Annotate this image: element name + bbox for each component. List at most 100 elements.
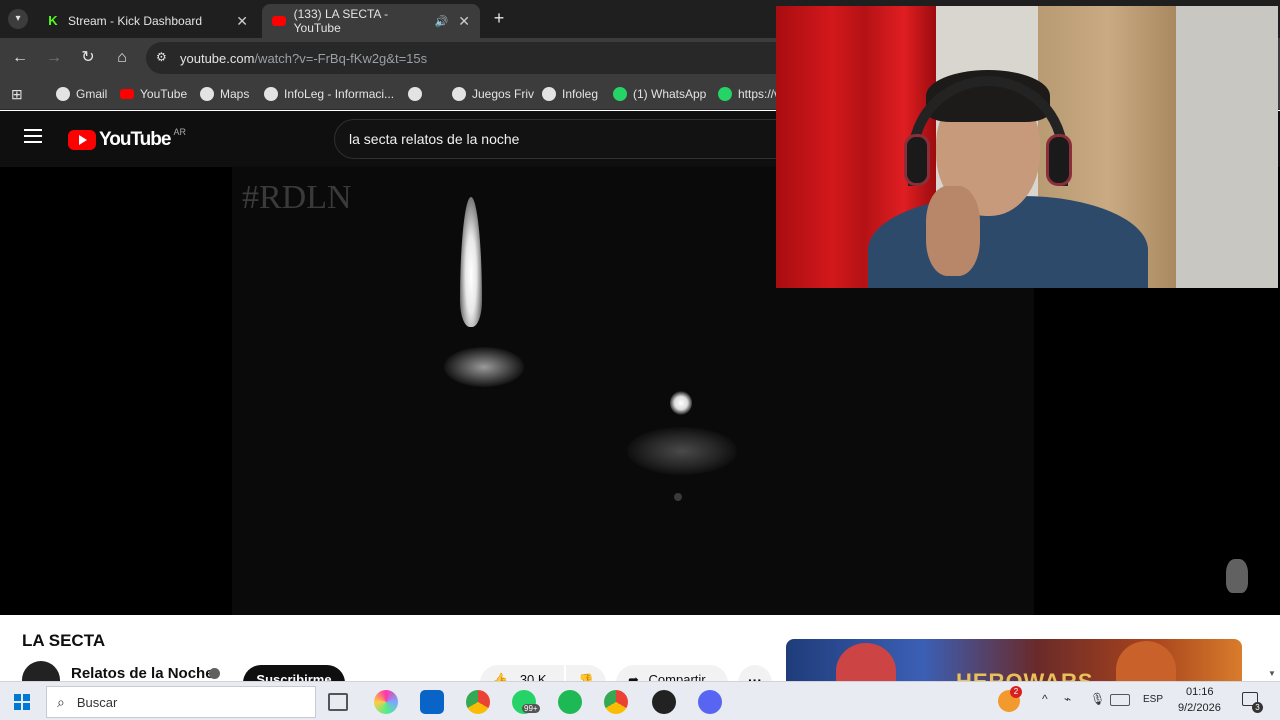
keyboard-icon[interactable] xyxy=(1110,694,1130,706)
whatsapp-badge: 99+ xyxy=(522,704,540,713)
apps-grid-icon[interactable]: ⊞ xyxy=(11,85,23,103)
bookmark-juegos-friv[interactable]: Juegos Friv xyxy=(452,85,534,103)
tab-label: (133) LA SECTA - YouTube xyxy=(293,7,389,35)
tab-youtube-la-secta[interactable]: (133) LA SECTA - YouTube 🔊 ✕ xyxy=(262,4,480,38)
chrome-icon[interactable] xyxy=(466,690,490,714)
taskbar-search-box[interactable]: ⌕ Buscar xyxy=(46,686,316,718)
bookmark-maps[interactable]: Maps xyxy=(200,85,249,103)
chrome-profile-icon[interactable] xyxy=(604,690,628,714)
hamburger-menu-icon[interactable] xyxy=(24,129,42,143)
video-corner-logo-icon xyxy=(1226,559,1248,593)
globe-icon xyxy=(264,87,278,101)
bookmark-unnamed[interactable] xyxy=(408,85,428,103)
grey-wall xyxy=(1176,6,1278,288)
globe-icon xyxy=(200,87,214,101)
search-icon: ⌕ xyxy=(57,693,65,710)
verified-badge-icon xyxy=(209,668,220,679)
notification-count: 3 xyxy=(1252,702,1263,713)
bookmark-label: (1) WhatsApp xyxy=(633,87,707,101)
forward-arrow-icon[interactable]: → xyxy=(44,48,64,68)
bookmark-infoleg[interactable]: Infoleg xyxy=(542,85,598,103)
youtube-icon xyxy=(120,89,134,99)
bookmark-gmail[interactable]: Gmail xyxy=(56,85,107,103)
network-icon[interactable]: ⌁ xyxy=(1064,692,1071,706)
address-bar[interactable]: ⚙ youtube.com/watch?v=-FrBq-fKw2g&t=15s xyxy=(146,42,846,74)
sidebar-ad-banner[interactable]: HEROWARS xyxy=(786,639,1242,681)
youtube-logo[interactable]: YouTube AR xyxy=(68,127,186,151)
bookmark-youtube[interactable]: YouTube xyxy=(120,85,187,103)
url-path: /watch?v=-FrBq-fKw2g&t=15s xyxy=(254,50,428,66)
candle-flame-small xyxy=(670,391,692,415)
globe-icon xyxy=(452,87,466,101)
task-view-icon[interactable] xyxy=(328,693,348,711)
bookmark-label: Maps xyxy=(220,87,250,101)
video-title: LA SECTA xyxy=(22,631,106,650)
app-dark-icon[interactable] xyxy=(652,690,676,714)
bookmark-label: Gmail xyxy=(76,87,108,101)
clock-date[interactable]: 9/2/2026 xyxy=(1178,702,1221,714)
kick-logo-icon: K xyxy=(46,14,60,28)
outlook-icon[interactable] xyxy=(420,690,444,714)
spotify-icon[interactable] xyxy=(558,690,582,714)
whatsapp-icon xyxy=(613,87,627,101)
windows-start-icon[interactable] xyxy=(14,694,30,710)
channel-watermark: #RDLN xyxy=(242,179,352,216)
home-icon[interactable]: ⌂ xyxy=(112,48,132,68)
tab-kick-dashboard[interactable]: K Stream - Kick Dashboard ✕ xyxy=(36,4,258,38)
share-button[interactable]: ➦ Compartir xyxy=(616,665,728,681)
globe-icon xyxy=(408,87,422,101)
webcam-overlay xyxy=(776,6,1278,288)
bookmark-label: YouTube xyxy=(140,87,188,101)
url-host: youtube.com xyxy=(180,50,255,66)
audio-playing-icon[interactable]: 🔊 xyxy=(435,15,449,28)
taskbar-search-placeholder: Buscar xyxy=(76,694,118,710)
microphone-icon[interactable]: 🎙 xyxy=(1090,692,1105,706)
headphone-right-cup xyxy=(1046,134,1072,186)
candle-flame-large xyxy=(460,197,482,327)
globe-icon xyxy=(56,87,70,101)
discord-icon[interactable] xyxy=(698,690,722,714)
share-label: Compartir xyxy=(648,672,706,681)
site-settings-icon[interactable]: ⚙ xyxy=(156,50,167,64)
copilot-icon[interactable] xyxy=(374,690,398,714)
show-hidden-icons-chevron-icon[interactable]: ^ xyxy=(1042,692,1048,706)
whatsapp-icon xyxy=(718,87,732,101)
like-button[interactable]: 👍 30 K xyxy=(480,665,564,681)
ad-logo-text: HEROWARS xyxy=(956,669,1094,681)
person-hand xyxy=(926,186,980,276)
close-tab-icon[interactable]: ✕ xyxy=(236,13,248,30)
subscribe-button[interactable]: Suscribirme xyxy=(243,665,345,681)
candle-glow-small xyxy=(627,427,737,475)
bookmark-https-link[interactable]: https://v xyxy=(718,85,780,103)
share-arrow-icon: ➦ xyxy=(628,672,639,681)
like-count: 30 K xyxy=(519,672,547,681)
input-language[interactable]: ESP xyxy=(1143,694,1163,705)
ad-character-left xyxy=(836,643,896,681)
channel-name[interactable]: Relatos de la Noche xyxy=(71,665,214,681)
bookmark-whatsapp[interactable]: (1) WhatsApp xyxy=(613,85,706,103)
thumbs-up-icon: 👍 xyxy=(492,672,509,681)
close-tab-icon[interactable]: ✕ xyxy=(458,13,470,30)
clock-time[interactable]: 01:16 xyxy=(1186,686,1214,698)
reload-icon[interactable]: ↻ xyxy=(78,48,98,68)
subscribe-label: Suscribirme xyxy=(256,672,332,681)
region-code: AR xyxy=(173,127,186,137)
headphone-left-cup xyxy=(904,134,930,186)
bookmark-label: https://v xyxy=(738,87,781,101)
channel-avatar[interactable] xyxy=(22,661,60,681)
bookmark-label: Infoleg xyxy=(562,87,599,101)
youtube-favicon-icon xyxy=(272,16,286,26)
windows-taskbar: ⌕ Buscar 99+ 2 ^ ⌁ 🎙 ESP 01:16 9/2/2026 … xyxy=(0,681,1280,720)
ad-character-right xyxy=(1116,641,1176,681)
tab-list-dropdown[interactable]: ▾ xyxy=(8,9,28,29)
candle-glow-large xyxy=(444,347,524,387)
youtube-logo-text: YouTube xyxy=(99,129,171,150)
back-arrow-icon[interactable]: ← xyxy=(10,48,30,68)
more-actions-button[interactable]: ··· xyxy=(738,665,772,681)
dislike-button[interactable]: 👎 xyxy=(566,665,606,681)
thumbs-down-icon: 👎 xyxy=(578,673,594,681)
bookmark-label: Juegos Friv xyxy=(472,87,535,101)
bookmark-infoleg-informacion[interactable]: InfoLeg - Informaci... xyxy=(264,85,394,103)
scroll-down-arrow-icon[interactable]: ▼ xyxy=(1268,669,1276,678)
new-tab-button[interactable]: + xyxy=(490,8,508,28)
